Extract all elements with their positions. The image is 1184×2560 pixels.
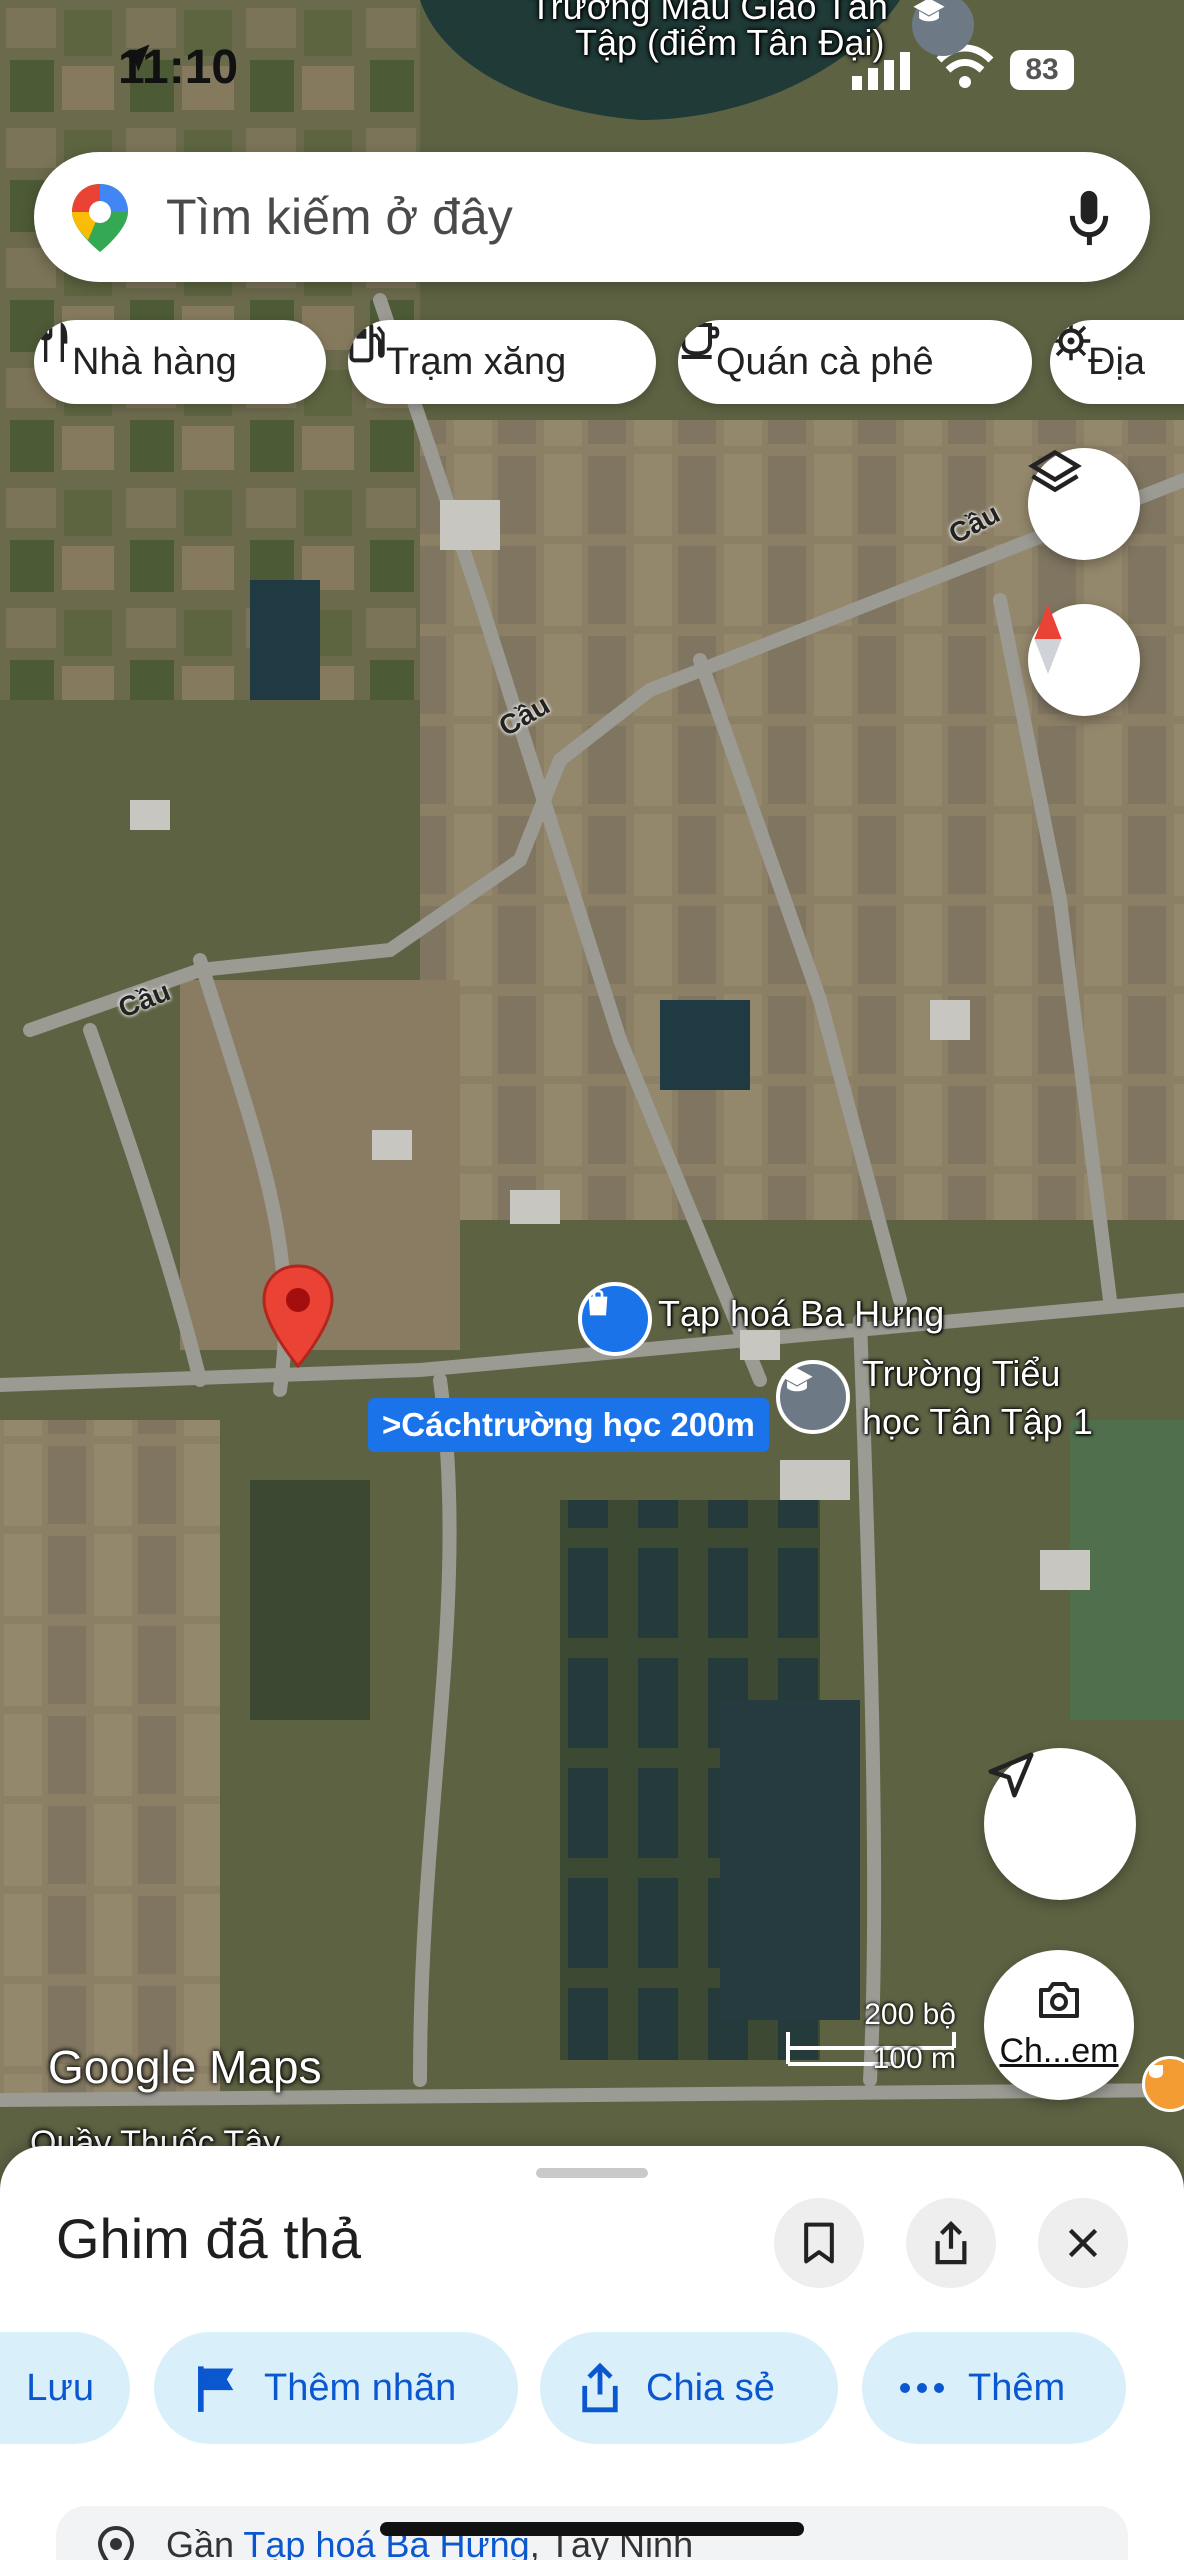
home-indicator[interactable] [380, 2522, 804, 2536]
chip-label: Quán cà phê [716, 340, 934, 383]
sheet-title: Ghim đã thả [56, 2207, 362, 2270]
category-chips: Nhà hàng Trạm xăng Quán cà phê Địa [34, 320, 1184, 404]
school-marker[interactable] [776, 1360, 850, 1434]
google-maps-logo: Google Maps [48, 2041, 322, 2093]
share-action[interactable]: Chia sẻ [540, 2332, 838, 2444]
label-action[interactable]: Thêm nhãn [154, 2332, 518, 2444]
chip-restaurants[interactable]: Nhà hàng [34, 320, 326, 404]
sheet-grabber[interactable] [536, 2168, 648, 2178]
camera-icon [1039, 1982, 1079, 2018]
share-button[interactable] [906, 2198, 996, 2288]
action-label: Thêm [968, 2366, 1066, 2409]
scale-bar: 200 bộ 100 m [784, 1998, 974, 2078]
share-icon [576, 2361, 624, 2415]
action-label: Thêm nhãn [264, 2366, 457, 2409]
close-icon [1068, 2228, 1098, 2258]
scale-feet: 200 bộ [864, 1998, 956, 2031]
distance-annotation: >Cáchtrường học 200m [368, 1398, 769, 1452]
scale-meters: 100 m [872, 2042, 956, 2075]
layers-icon [1028, 449, 1082, 493]
search-bar[interactable]: Tìm kiếm ở đây [34, 152, 1150, 282]
shop-marker[interactable] [578, 1282, 652, 1356]
save-button[interactable] [774, 2198, 864, 2288]
compass-button[interactable] [1028, 604, 1140, 716]
compass-icon [1034, 604, 1062, 674]
save-action[interactable]: Lưu [0, 2332, 130, 2444]
lens-label: Ch...em [999, 2032, 1119, 2070]
layers-button[interactable] [1028, 448, 1140, 560]
chip-label: Địa [1088, 340, 1146, 383]
shop-label[interactable]: Tạp hoá Ba Hưng [658, 1292, 944, 1336]
satellite-map[interactable]: 11:10 83 Trường Mầu Giáo Tân Tập (điểm T… [0, 0, 1184, 2240]
battery-indicator: 83 [1010, 50, 1074, 90]
chip-gas-stations[interactable]: Trạm xăng [348, 320, 656, 404]
more-action[interactable]: Thêm [862, 2332, 1126, 2444]
chip-label: Trạm xăng [386, 340, 567, 383]
action-label: Lưu [26, 2366, 94, 2409]
action-label: Chia sẻ [646, 2366, 775, 2409]
top-place-label-2[interactable]: Tập (điểm Tân Đại) [575, 22, 884, 64]
navigation-arrow-icon [988, 1752, 1034, 1798]
address-prefix: Gần [166, 2524, 244, 2560]
chip-label: Nhà hàng [72, 340, 237, 383]
red-pin-icon [262, 1264, 334, 1368]
close-button[interactable] [1038, 2198, 1128, 2288]
flag-icon [190, 2362, 242, 2414]
more-icon [898, 2381, 946, 2395]
action-row: Lưu Thêm nhãn Chia sẻ Thêm [0, 2332, 1184, 2444]
location-pin-icon [96, 2525, 136, 2560]
school-icon [913, 0, 945, 22]
school-label-2[interactable]: học Tân Tập 1 [862, 1400, 1093, 1444]
search-input[interactable]: Tìm kiếm ở đây [166, 188, 513, 246]
place-sheet: Ghim đã thả Lưu Thêm nhãn Chia sẻ Thêm G… [0, 2146, 1184, 2560]
my-location-button[interactable] [984, 1748, 1136, 1900]
bookmark-icon [804, 2222, 834, 2264]
school-label-1[interactable]: Trường Tiểu [862, 1352, 1060, 1396]
coffee-icon [1149, 2065, 1163, 2078]
clock: 11:10 [118, 41, 239, 94]
lens-button[interactable]: Ch...em [984, 1950, 1134, 2100]
school-icon [781, 1368, 813, 1392]
chip-attractions[interactable]: Địa [1050, 320, 1184, 404]
chip-cafes[interactable]: Quán cà phê [678, 320, 1032, 404]
share-icon [935, 2220, 967, 2265]
shopping-bag-icon [588, 1289, 608, 1316]
